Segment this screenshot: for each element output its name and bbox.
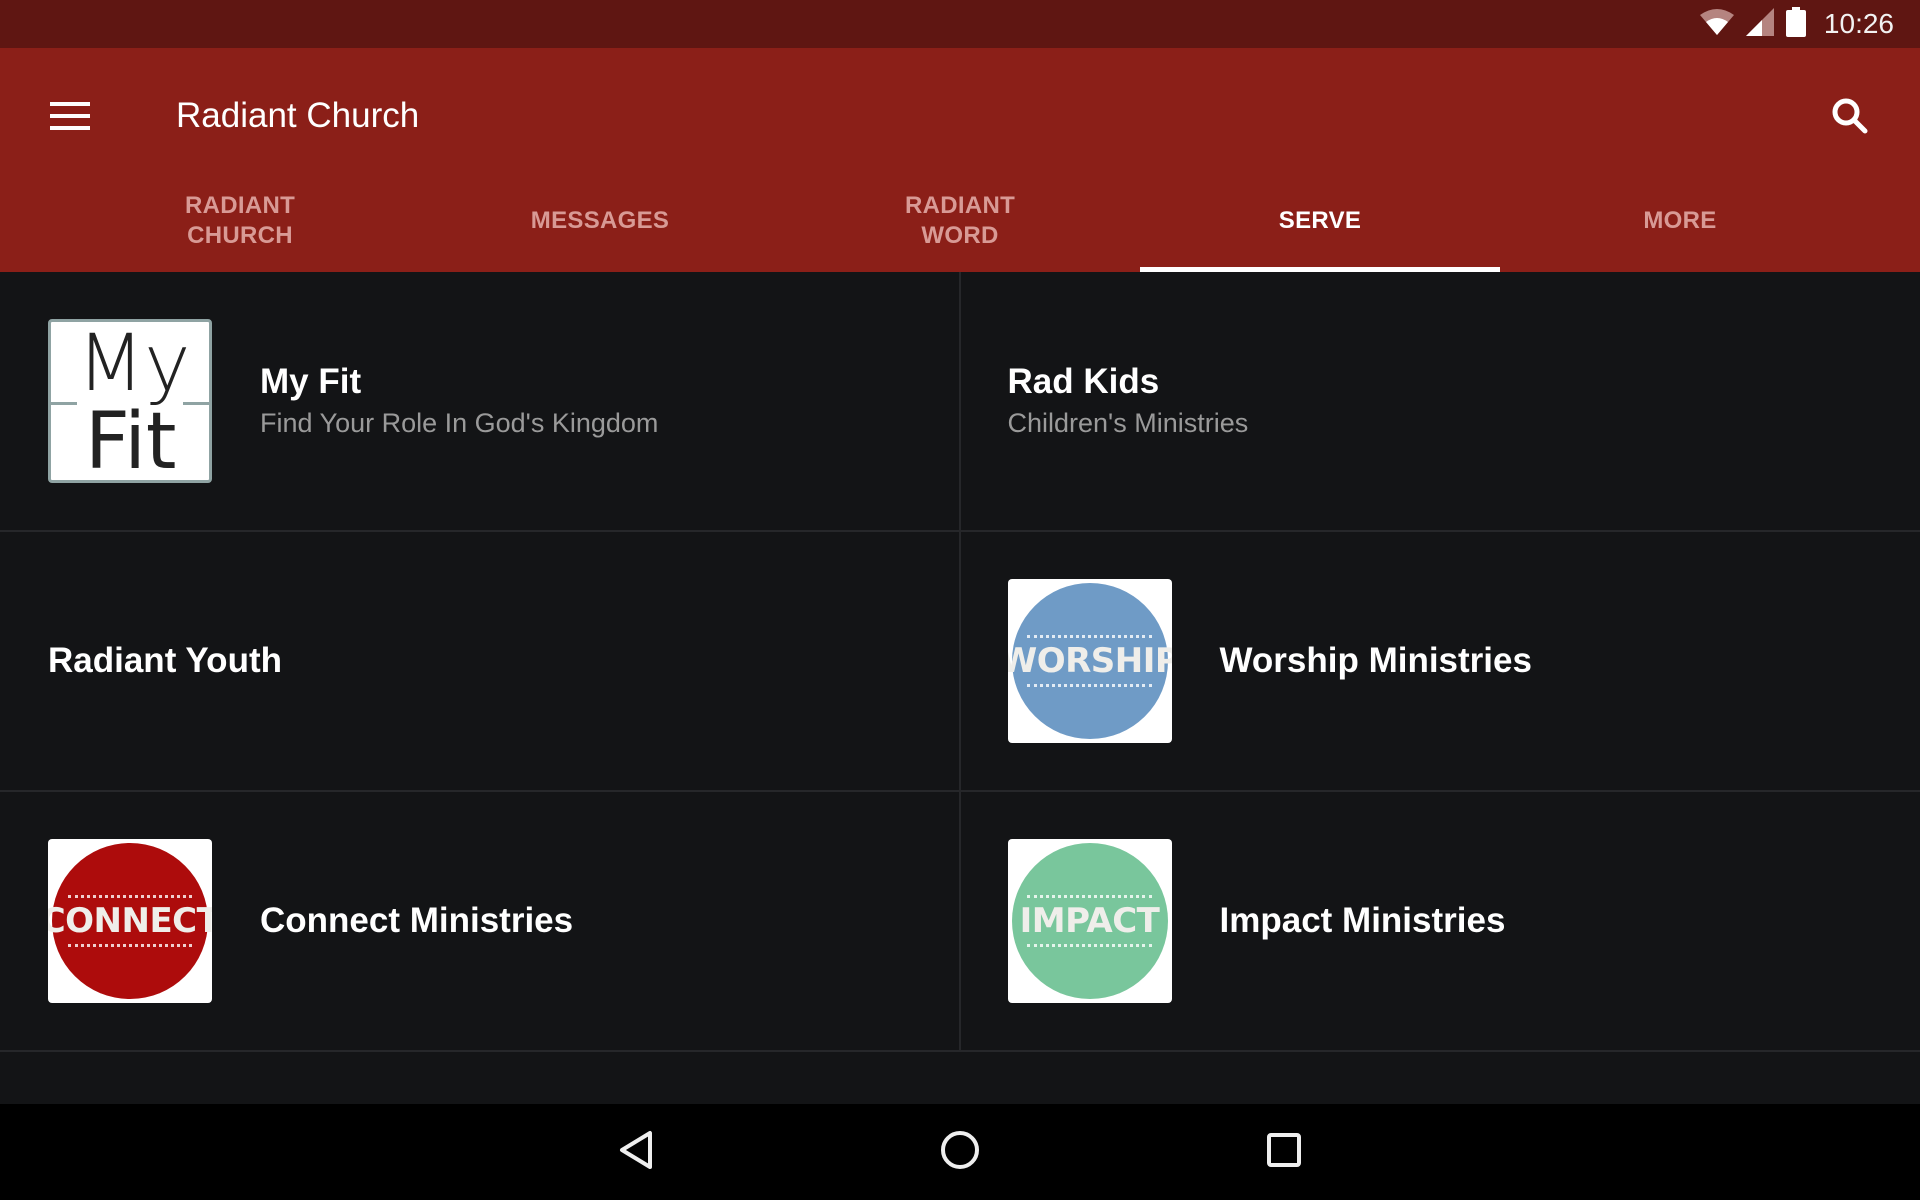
tab-label: More <box>1643 207 1717 234</box>
tab-radiant-word[interactable]: Radiant Word <box>780 170 1140 272</box>
list-item-radiant-youth[interactable]: Radiant Youth <box>0 532 961 790</box>
home-button[interactable] <box>936 1128 984 1176</box>
tab-more[interactable]: More <box>1500 170 1860 272</box>
badge-circle: IMPACT <box>1011 843 1168 999</box>
hamburger-menu-icon <box>50 101 90 135</box>
badge-word: IMPACT <box>1019 901 1160 941</box>
battery-icon <box>1785 6 1806 42</box>
home-icon <box>940 1130 980 1175</box>
list-item-worship-ministries[interactable]: WORSHIP Worship Ministries <box>961 532 1920 790</box>
item-title: Rad Kids <box>1007 362 1160 401</box>
list-item-my-fit[interactable]: My Fit My Fit Find Your Role In God's Ki… <box>0 272 961 530</box>
item-title: Connect Ministries <box>260 901 574 940</box>
search-icon <box>1831 97 1869 140</box>
grid-row: CONNECT Connect Ministries IMPACT Impact… <box>0 792 1920 1052</box>
app-title: Radiant Church <box>176 96 420 135</box>
item-subtitle: Find Your Role In God's Kingdom <box>260 408 659 438</box>
logo-text: Fit <box>85 397 177 487</box>
tab-label: Messages <box>530 207 670 234</box>
tab-label: Radiant Word <box>904 192 1016 249</box>
wifi-icon <box>1699 8 1734 40</box>
badge-circle: CONNECT <box>48 843 212 999</box>
grid-row: Radiant Youth WORSHIP Worship Ministries <box>0 532 1920 792</box>
recents-icon <box>1266 1132 1302 1173</box>
badge-word: CONNECT <box>48 901 212 941</box>
search-button[interactable] <box>1820 88 1880 148</box>
tab-label: Serve <box>1278 207 1362 234</box>
item-title: Impact Ministries <box>1219 901 1506 940</box>
list-item-impact-ministries[interactable]: IMPACT Impact Ministries <box>961 792 1920 1050</box>
logo-text: My <box>77 319 191 409</box>
back-icon <box>618 1130 654 1175</box>
item-title: Radiant Youth <box>48 641 282 680</box>
connect-logo: CONNECT <box>48 839 212 1003</box>
badge-word: WORSHIP <box>1007 641 1172 681</box>
list-item-rad-kids[interactable]: Rad Kids Children's Ministries <box>961 272 1920 530</box>
list-item-connect-ministries[interactable]: CONNECT Connect Ministries <box>0 792 961 1050</box>
serve-grid: My Fit My Fit Find Your Role In God's Ki… <box>0 272 1920 1104</box>
item-subtitle: Children's Ministries <box>1007 408 1249 438</box>
recents-button[interactable] <box>1260 1128 1308 1176</box>
my-fit-logo: My Fit <box>48 319 212 487</box>
tab-radiant-church[interactable]: Radiant Church <box>60 170 420 272</box>
status-bar: 10:26 <box>0 0 1920 48</box>
grid-row: My Fit My Fit Find Your Role In God's Ki… <box>0 272 1920 532</box>
clock: 10:26 <box>1823 8 1894 39</box>
item-title: Worship Ministries <box>1219 641 1532 680</box>
tab-label: Radiant Church <box>184 192 296 249</box>
menu-button[interactable] <box>44 92 96 144</box>
back-button[interactable] <box>612 1128 660 1176</box>
tab-serve[interactable]: Serve <box>1140 170 1500 272</box>
navigation-bar <box>0 1104 1920 1200</box>
badge-circle: WORSHIP <box>1008 583 1172 739</box>
worship-logo: WORSHIP <box>1007 579 1172 743</box>
tab-bar: Radiant Church Messages Radiant Word Ser… <box>0 170 1920 272</box>
cellular-signal-icon <box>1745 7 1774 41</box>
tab-messages[interactable]: Messages <box>420 170 780 272</box>
impact-logo: IMPACT <box>1007 839 1172 1003</box>
item-title: My Fit <box>260 362 362 401</box>
